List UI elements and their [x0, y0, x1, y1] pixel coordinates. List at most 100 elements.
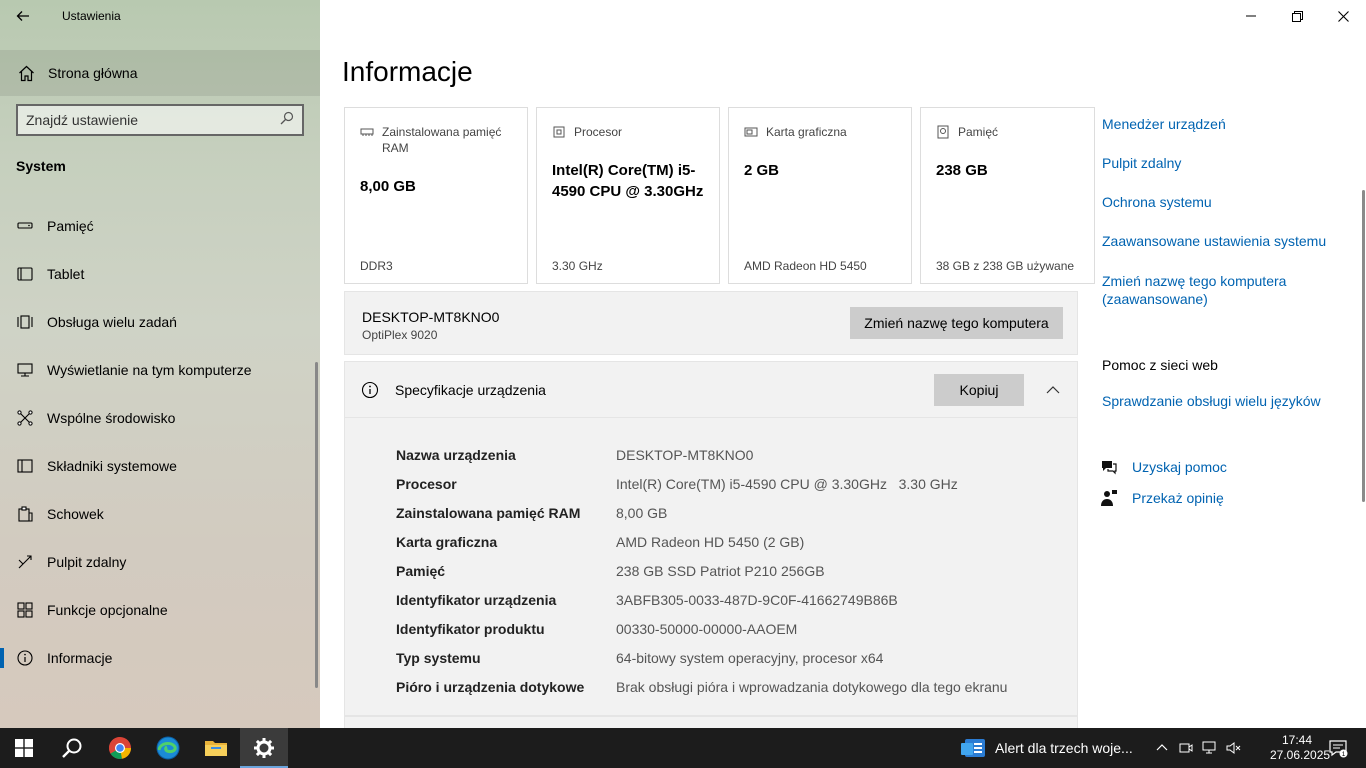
spec-key: Typ systemu — [396, 649, 481, 666]
sidebar-item-label: Pulpit zdalny — [47, 554, 127, 570]
nav-list: Pamięć Tablet Obsługa wielu zadań Wyświe… — [0, 202, 320, 682]
device-specs-title: Specyfikacje urządzenia — [395, 381, 546, 398]
main-scrollbar[interactable] — [1362, 190, 1365, 502]
sidebar-item-multitasking[interactable]: Obsługa wielu zadań — [0, 298, 320, 346]
close-button[interactable] — [1320, 0, 1366, 32]
remote-desktop-link[interactable]: Pulpit zdalny — [1102, 154, 1181, 172]
sidebar-item-label: Informacje — [47, 650, 113, 666]
network-button[interactable] — [1198, 728, 1222, 768]
sidebar-item-label: Wspólne środowisko — [47, 410, 176, 426]
settings-taskbar-button[interactable] — [240, 728, 288, 768]
system-tray — [1150, 728, 1246, 768]
device-name-bar: DESKTOP-MT8KNO0 OptiPlex 9020 Zmień nazw… — [344, 291, 1078, 355]
system-components-icon — [16, 457, 34, 475]
edge-taskbar-button[interactable] — [144, 728, 192, 768]
spec-row: Procesor Intel(R) Core(TM) i5-4590 CPU @ … — [396, 469, 1077, 498]
minimize-button[interactable] — [1228, 0, 1274, 32]
spec-row: Karta graficzna AMD Radeon HD 5450 (2 GB) — [396, 527, 1077, 556]
back-arrow-icon — [16, 11, 29, 21]
feedback-icon — [1100, 489, 1118, 507]
spec-key: Identyfikator urządzenia — [396, 591, 557, 608]
language-support-link[interactable]: Sprawdzanie obsługi wielu języków — [1102, 392, 1321, 410]
spec-value: Brak obsługi pióra i wprowadzania dotyko… — [616, 678, 1008, 695]
volume-button[interactable] — [1222, 728, 1246, 768]
multitasking-icon — [16, 313, 34, 331]
app-title: Ustawienia — [62, 9, 121, 23]
advanced-system-settings-link[interactable]: Zaawansowane ustawienia systemu — [1102, 232, 1326, 250]
sidebar-item-label: Pamięć — [47, 218, 94, 234]
meet-now-button[interactable] — [1174, 728, 1198, 768]
show-hidden-icons-button[interactable] — [1150, 728, 1174, 768]
storage-card: Pamięć 238 GB 38 GB z 238 GB używane — [920, 107, 1095, 284]
chrome-taskbar-button[interactable] — [96, 728, 144, 768]
sidebar-item-shared-experiences[interactable]: Wspólne środowisko — [0, 394, 320, 442]
device-specs-table: Nazwa urządzenia DESKTOP-MT8KNO0 Procesor… — [344, 418, 1078, 716]
sidebar-item-projecting[interactable]: Wyświetlanie na tym komputerze — [0, 346, 320, 394]
sidebar-item-label: Schowek — [47, 506, 104, 522]
spec-row: Identyfikator urządzenia 3ABFB305-0033-48… — [396, 585, 1077, 614]
sidebar-item-about[interactable]: Informacje — [0, 634, 320, 682]
card-footer: 38 GB z 238 GB używane — [936, 259, 1075, 273]
window-controls — [1228, 0, 1366, 32]
file-explorer-taskbar-button[interactable] — [192, 728, 240, 768]
volume-muted-icon — [1226, 742, 1241, 754]
sidebar-item-tablet[interactable]: Tablet — [0, 250, 320, 298]
sidebar-scrollbar[interactable] — [315, 362, 318, 688]
copy-button[interactable]: Kopiuj — [934, 374, 1024, 406]
remote-desktop-icon — [16, 553, 34, 571]
section-title: System — [16, 158, 66, 174]
spec-value: DESKTOP-MT8KNO0 — [616, 446, 754, 463]
device-specs-header[interactable]: Specyfikacje urządzenia Kopiuj — [344, 361, 1078, 418]
spec-key: Nazwa urządzenia — [396, 446, 516, 463]
card-value: 238 GB — [936, 162, 988, 179]
info-icon — [16, 649, 34, 667]
get-help-link[interactable]: Uzyskaj pomoc — [1132, 458, 1227, 476]
spec-key: Procesor — [396, 475, 457, 492]
back-button[interactable] — [0, 0, 46, 32]
sidebar-item-label: Wyświetlanie na tym komputerze — [47, 362, 252, 378]
sidebar-item-storage[interactable]: Pamięć — [0, 202, 320, 250]
taskbar-search-button[interactable] — [48, 728, 96, 768]
spec-value: 238 GB SSD Patriot P210 256GB — [616, 562, 825, 579]
main-content: Informacje Zainstalowana pamięć RAM 8,00… — [320, 0, 1366, 728]
notification-icon: 1 — [1329, 740, 1348, 758]
rename-pc-button[interactable]: Zmień nazwę tego komputera — [850, 307, 1063, 339]
card-value: 2 GB — [744, 162, 780, 179]
chevron-up-icon[interactable] — [1045, 382, 1061, 398]
home-label: Strona główna — [48, 65, 138, 81]
card-value: Intel(R) Core(TM) i5-4590 CPU @ 3.30GHz — [552, 162, 704, 200]
feedback-row[interactable]: Przekaż opinię — [1100, 489, 1224, 507]
restore-button[interactable] — [1274, 0, 1320, 32]
storage-icon — [16, 217, 34, 235]
sidebar-item-clipboard[interactable]: Schowek — [0, 490, 320, 538]
search-icon[interactable] — [280, 111, 294, 130]
gear-icon — [254, 738, 274, 758]
search-input[interactable] — [26, 112, 280, 128]
feedback-link[interactable]: Przekaż opinię — [1132, 489, 1224, 507]
card-value: 8,00 GB — [360, 178, 416, 195]
sidebar-item-remote-desktop[interactable]: Pulpit zdalny — [0, 538, 320, 586]
spec-key: Identyfikator produktu — [396, 620, 545, 637]
get-help-row[interactable]: Uzyskaj pomoc — [1100, 458, 1227, 476]
sidebar-item-optional-features[interactable]: Funkcje opcjonalne — [0, 586, 320, 634]
search-box[interactable] — [16, 104, 304, 136]
taskbar: Alert dla trzech woje... 17:44 27.06.202… — [0, 728, 1366, 768]
card-label: Karta graficzna — [766, 125, 847, 139]
start-button[interactable] — [0, 728, 48, 768]
device-manager-link[interactable]: Menedżer urządzeń — [1102, 115, 1226, 133]
rename-pc-advanced-link[interactable]: Zmień nazwę tego komputera (zaawansowane… — [1102, 272, 1312, 308]
home-nav-item[interactable]: Strona główna — [0, 50, 320, 96]
news-icon — [961, 739, 985, 757]
spec-row: Pamięć 238 GB SSD Patriot P210 256GB — [396, 556, 1077, 585]
spec-row: Nazwa urządzenia DESKTOP-MT8KNO0 — [396, 440, 1077, 469]
card-footer: 3.30 GHz — [552, 259, 603, 273]
system-protection-link[interactable]: Ochrona systemu — [1102, 193, 1212, 211]
news-widget[interactable]: Alert dla trzech woje... — [960, 728, 1133, 768]
clock[interactable]: 17:44 27.06.2025 — [1270, 728, 1330, 768]
chrome-icon — [109, 737, 131, 759]
sidebar-item-system-components[interactable]: Składniki systemowe — [0, 442, 320, 490]
notification-center-button[interactable]: 1 — [1318, 728, 1358, 768]
network-icon — [1202, 741, 1216, 754]
notification-count: 1 — [1342, 751, 1346, 758]
clock-time: 17:44 — [1281, 733, 1313, 747]
